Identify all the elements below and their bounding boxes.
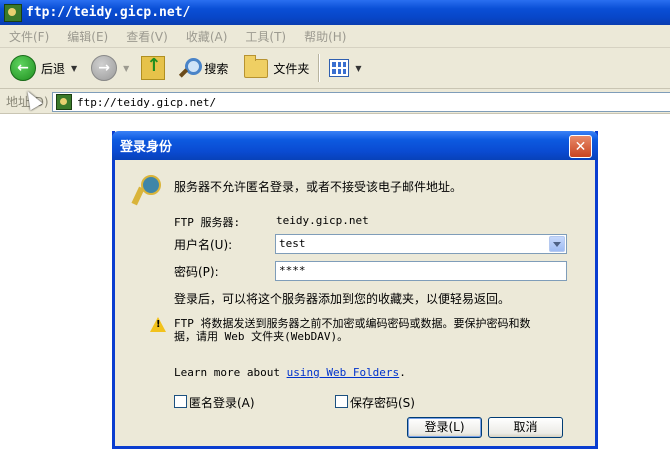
folders-button[interactable]: 文件夹 (240, 51, 313, 85)
menu-tools[interactable]: 工具(T) (236, 28, 295, 45)
up-folder-button[interactable] (137, 51, 169, 85)
login-dialog: 登录身份 ✕ 服务器不允许匿名登录，或者不接受该电子邮件地址。 FTP 服务器:… (112, 131, 598, 449)
views-button[interactable]: ▼ (325, 51, 365, 85)
learn-more-text: Learn more about using Web Folders. (174, 366, 406, 379)
back-dropdown-icon[interactable]: ▼ (71, 64, 77, 73)
window-titlebar[interactable]: ftp://teidy.gicp.net/ (0, 0, 670, 25)
login-message: 服务器不允许匿名登录，或者不接受该电子邮件地址。 (174, 180, 463, 194)
menu-bar: 文件(F) 编辑(E) 查看(V) 收藏(A) 工具(T) 帮助(H) (0, 25, 670, 48)
dialog-title: 登录身份 (120, 140, 173, 155)
ftp-folder-icon (4, 3, 22, 22)
learn-more-prefix: Learn more about (174, 366, 287, 379)
warning-icon (150, 317, 166, 332)
forward-button[interactable]: → ▼ (87, 51, 133, 85)
back-label: 后退 (41, 61, 66, 76)
dialog-titlebar[interactable]: 登录身份 ✕ (112, 131, 598, 160)
username-value: test (279, 237, 306, 250)
search-icon (179, 58, 203, 78)
username-combobox[interactable]: test (275, 234, 567, 254)
toolbar: ← 后退 ▼ → ▼ 搜索 文件夹 ▼ (0, 48, 670, 89)
menu-help[interactable]: 帮助(H) (295, 28, 355, 45)
warning-line-2: 据，请用 Web 文件夹(WebDAV)。 (174, 330, 349, 343)
views-icon (329, 59, 350, 77)
cancel-button[interactable]: 取消 (488, 417, 563, 438)
password-value: **** (279, 264, 306, 277)
menu-favorites[interactable]: 收藏(A) (177, 28, 237, 45)
window-title: ftp://teidy.gicp.net/ (26, 5, 191, 20)
close-button[interactable]: ✕ (569, 135, 592, 158)
forward-dropdown-icon[interactable]: ▼ (123, 64, 129, 73)
folders-label: 文件夹 (273, 61, 310, 76)
anonymous-login-label: 匿名登录(A) (189, 396, 255, 410)
toolbar-separator (318, 54, 321, 82)
login-button[interactable]: 登录(L) (407, 417, 482, 438)
username-label: 用户名(U): (174, 238, 233, 252)
chevron-down-icon[interactable] (549, 236, 565, 252)
views-dropdown-icon[interactable]: ▼ (355, 64, 361, 73)
key-icon (131, 173, 161, 207)
web-folders-link[interactable]: using Web Folders (287, 366, 400, 379)
menu-edit[interactable]: 编辑(E) (58, 28, 117, 45)
back-arrow-icon: ← (10, 55, 36, 81)
save-password-checkbox[interactable] (335, 395, 348, 408)
up-folder-icon (141, 55, 166, 80)
forward-arrow-icon: → (91, 55, 118, 81)
menu-view[interactable]: 查看(V) (117, 28, 177, 45)
ftp-server-label: FTP 服务器: (174, 216, 241, 229)
address-bar: 地址(D) ftp://teidy.gicp.net/ (0, 89, 670, 114)
save-password-label: 保存密码(S) (350, 396, 415, 410)
password-field[interactable]: **** (275, 261, 567, 281)
menu-file[interactable]: 文件(F) (0, 28, 58, 45)
anonymous-login-checkbox[interactable] (174, 395, 187, 408)
favorites-info: 登录后，可以将这个服务器添加到您的收藏夹，以便轻易返回。 (174, 292, 511, 306)
address-url: ftp://teidy.gicp.net/ (77, 95, 217, 109)
search-label: 搜索 (204, 61, 229, 76)
ftp-site-icon (56, 94, 72, 110)
ftp-server-value: teidy.gicp.net (276, 214, 369, 227)
password-label: 密码(P): (174, 265, 219, 279)
back-button[interactable]: ← 后退 ▼ (6, 51, 81, 85)
address-input[interactable]: ftp://teidy.gicp.net/ (52, 92, 670, 112)
learn-more-suffix: . (399, 366, 406, 379)
search-button[interactable]: 搜索 (175, 51, 232, 85)
folder-icon (244, 54, 269, 78)
